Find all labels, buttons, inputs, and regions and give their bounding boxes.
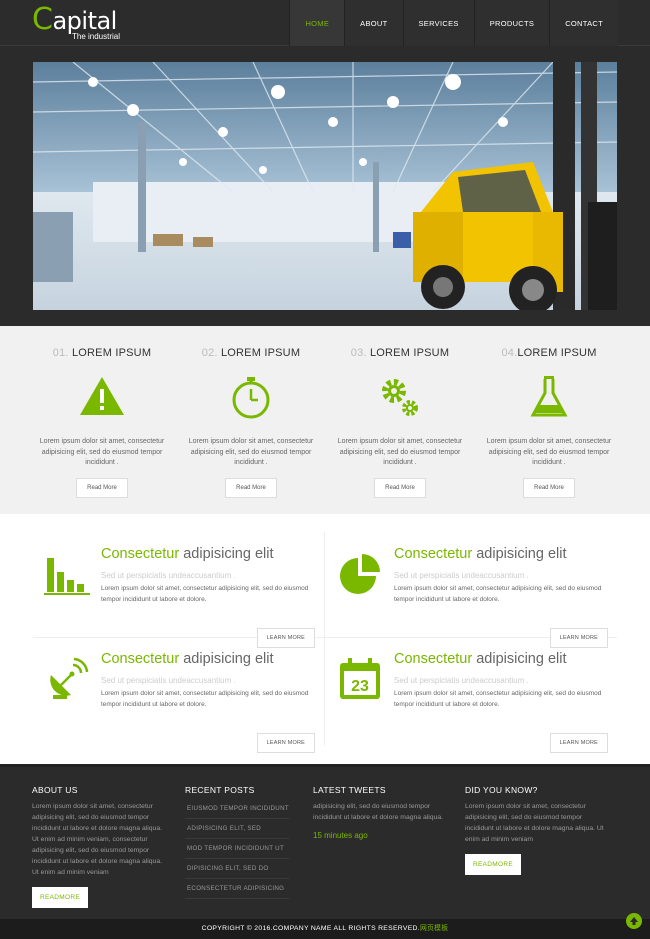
service-subtitle: Sed ut perspiciatis undeaccusantium . (101, 676, 236, 685)
learn-more-button[interactable]: LEARN MORE (256, 733, 315, 753)
nav-home[interactable]: HOME (289, 0, 345, 46)
service-title-highlight: Consectetur (101, 651, 180, 667)
feature-number: 02. (201, 347, 218, 359)
flask-icon (525, 373, 573, 421)
stopwatch-icon (227, 373, 275, 421)
footer-recent-posts: RECENT POSTS EIUSMOD TEMPOR INCIDIDUNT A… (185, 785, 295, 899)
hero-warehouse-image (33, 62, 617, 310)
footer-heading: ABOUT US (32, 785, 78, 795)
learn-more-button[interactable]: LEARN MORE (549, 733, 608, 753)
feature-number: 03. (350, 347, 367, 359)
services-section: Consectetur adipisicing elit Sed ut pers… (0, 514, 650, 764)
feature-title: LOREM IPSUM (517, 347, 597, 359)
nav-contact[interactable]: CONTACT (549, 0, 618, 46)
feature-3: 03. LOREM IPSUM Lorem ipsum dolor sit am… (330, 326, 470, 498)
tweet-text: adipisicing elit, sed do eiusmod tempor … (313, 803, 443, 821)
feature-text: Lorem ipsum dolor sit amet, consectetur … (337, 438, 463, 466)
read-more-button[interactable]: Read More (76, 477, 128, 498)
feature-text: Lorem ipsum dolor sit amet, consectetur … (188, 438, 314, 466)
nav-about[interactable]: ABOUT (344, 0, 403, 46)
logo-tagline: The industrial (72, 32, 121, 41)
copyright-text: COPYRIGHT © 2016.COMPANY NAME ALL RIGHTS… (201, 925, 420, 932)
service-block-2: Consectetur adipisicing elit Sed ut pers… (326, 532, 616, 648)
service-block-1: Consectetur adipisicing elit Sed ut pers… (33, 532, 323, 648)
footer-heading: RECENT POSTS (185, 785, 255, 795)
footer-text: Lorem ipsum dolor sit amet, consectetur … (465, 803, 604, 843)
service-title-highlight: Consectetur (394, 651, 473, 667)
logo-text: apital (52, 7, 117, 35)
post-link[interactable]: MOD TEMPOR INCIDIDUNT UT (185, 839, 289, 859)
readmore-button[interactable]: READMORE (32, 887, 88, 908)
feature-number: 01. (52, 347, 69, 359)
feature-number: 04. (501, 347, 518, 359)
feature-4: 04.LOREM IPSUM Lorem ipsum dolor sit ame… (479, 326, 619, 498)
copyright-bar: COPYRIGHT © 2016.COMPANY NAME ALL RIGHTS… (0, 919, 650, 939)
service-text: Lorem ipsum dolor sit amet, consectetur … (101, 690, 309, 708)
main-nav: HOME ABOUT SERVICES PRODUCTS CONTACT (289, 0, 618, 46)
template-link[interactable]: 网页模板 (420, 925, 448, 932)
logo[interactable]: Capital The industrial (32, 5, 120, 42)
service-title: adipisicing elit (179, 546, 274, 562)
post-link[interactable]: EIUSMOD TEMPOR INCIDIDUNT (185, 799, 289, 819)
feature-text: Lorem ipsum dolor sit amet, consectetur … (486, 438, 612, 466)
feature-2: 02. LOREM IPSUM Lorem ipsum dolor sit am… (181, 326, 321, 498)
posts-list: EIUSMOD TEMPOR INCIDIDUNT ADIPISICING EL… (185, 799, 295, 899)
service-title: adipisicing elit (472, 546, 567, 562)
read-more-button[interactable]: Read More (374, 477, 426, 498)
arrow-up-icon (630, 917, 638, 925)
back-to-top-button[interactable] (626, 913, 642, 929)
read-more-button[interactable]: Read More (523, 477, 575, 498)
warehouse-illustration (33, 62, 617, 310)
service-block-4: 23 Consectetur adipisicing elit Sed ut p… (326, 637, 616, 753)
bar-chart-icon (43, 550, 91, 598)
site-header: Capital The industrial HOME ABOUT SERVIC… (0, 0, 650, 46)
footer-about: ABOUT US Lorem ipsum dolor sit amet, con… (32, 785, 168, 908)
hero-section (0, 46, 650, 326)
feature-1: 01. LOREM IPSUM Lorem ipsum dolor sit am… (32, 326, 172, 498)
calendar-icon: 23 (336, 655, 384, 703)
feature-title: LOREM IPSUM (220, 347, 301, 359)
nav-products[interactable]: PRODUCTS (473, 0, 550, 46)
footer-text: Lorem ipsum dolor sit amet, consectetur … (32, 803, 162, 876)
service-text: Lorem ipsum dolor sit amet, consectetur … (394, 690, 602, 708)
feature-title: LOREM IPSUM (369, 347, 450, 359)
service-title-highlight: Consectetur (101, 546, 180, 562)
footer-did-you-know: DID YOU KNOW? Lorem ipsum dolor sit amet… (465, 785, 605, 875)
read-more-button[interactable]: Read More (225, 477, 277, 498)
feature-title: LOREM IPSUM (71, 347, 152, 359)
service-subtitle: Sed ut perspiciatis undeaccusantium . (394, 676, 529, 685)
divider (324, 532, 325, 746)
footer-latest-tweets: LATEST TWEETS adipisicing elit, sed do e… (313, 785, 443, 840)
footer-heading: DID YOU KNOW? (465, 785, 538, 795)
service-title: adipisicing elit (472, 651, 567, 667)
post-link[interactable]: ECONSECTETUR ADIPISICING (185, 879, 289, 899)
calendar-day: 23 (351, 678, 369, 695)
service-subtitle: Sed ut perspiciatis undeaccusantium . (101, 571, 236, 580)
site-footer: ABOUT US Lorem ipsum dolor sit amet, con… (0, 764, 650, 919)
features-section: 01. LOREM IPSUM Lorem ipsum dolor sit am… (0, 326, 650, 514)
service-text: Lorem ipsum dolor sit amet, consectetur … (394, 585, 602, 603)
pie-chart-icon (336, 550, 384, 598)
feature-text: Lorem ipsum dolor sit amet, consectetur … (39, 438, 165, 466)
post-link[interactable]: ADIPISICING ELIT, SED (185, 819, 289, 839)
satellite-dish-icon (43, 655, 91, 703)
tweet-time: 15 minutes ago (313, 831, 368, 840)
service-title-highlight: Consectetur (394, 546, 473, 562)
footer-heading: LATEST TWEETS (313, 785, 386, 795)
gears-icon (376, 373, 424, 421)
service-text: Lorem ipsum dolor sit amet, consectetur … (101, 585, 309, 603)
post-link[interactable]: DIPISICING ELIT, SED DO (185, 859, 289, 879)
service-title: adipisicing elit (179, 651, 274, 667)
service-subtitle: Sed ut perspiciatis undeaccusantium . (394, 571, 529, 580)
nav-services[interactable]: SERVICES (402, 0, 474, 46)
warning-icon (78, 373, 126, 421)
readmore-button[interactable]: READMORE (465, 854, 521, 875)
logo-first-letter: C (32, 2, 53, 37)
service-block-3: Consectetur adipisicing elit Sed ut pers… (33, 637, 323, 753)
